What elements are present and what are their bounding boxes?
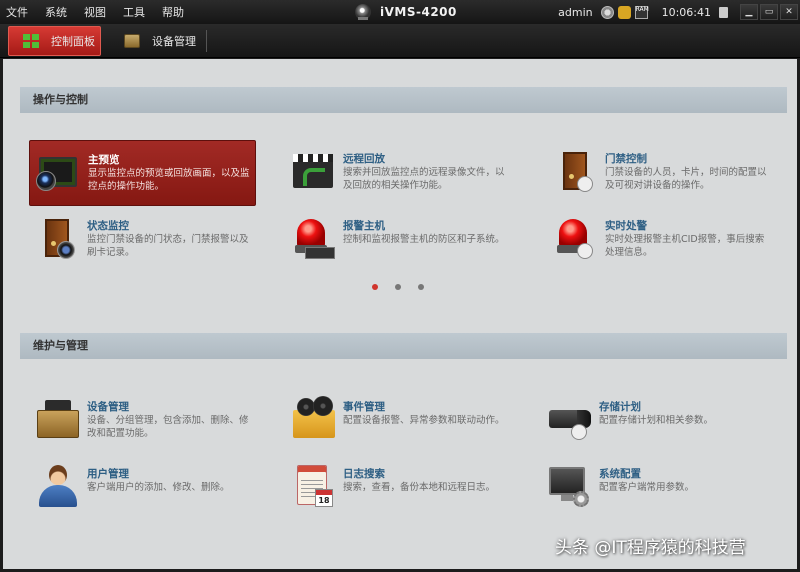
alarm-handling-icon xyxy=(553,215,599,261)
app-title: iVMS-4200 xyxy=(380,5,457,19)
page-dot-2[interactable] xyxy=(395,284,401,290)
network-globe-icon[interactable] xyxy=(600,5,614,19)
device-icon xyxy=(124,34,140,48)
storage-schedule-icon xyxy=(547,396,593,442)
module-desc: 实时处理报警主机CID报警，事后搜索处理信息。 xyxy=(605,234,765,258)
module-desc: 搜索，查看，备份本地和远程日志。 xyxy=(343,482,496,493)
module-status-monitor[interactable]: 状态监控 监控门禁设备的门状态，门禁报警以及刷卡记录。 xyxy=(29,207,256,273)
user-management-icon xyxy=(35,463,81,509)
current-user: admin xyxy=(558,5,593,19)
device-management-icon xyxy=(35,396,81,442)
page-indicator xyxy=(372,284,441,290)
module-title: 存储计划 xyxy=(599,401,641,413)
log-search-icon: 18 xyxy=(291,463,337,509)
app-brand: iVMS-4200 xyxy=(355,2,457,22)
tab-label: 控制面板 xyxy=(51,35,95,48)
module-desc: 门禁设备的人员，卡片，时间的配置以及可视对讲设备的操作。 xyxy=(605,167,767,191)
page-dot-3[interactable] xyxy=(418,284,424,290)
camera-logo-icon xyxy=(355,4,371,20)
module-title: 远程回放 xyxy=(343,153,385,165)
module-event-management[interactable]: 事件管理 配置设备报警、异常参数和联动动作。 xyxy=(285,388,512,454)
module-title: 实时处警 xyxy=(605,220,647,232)
menu-bar: 文件 系统 视图 工具 帮助 xyxy=(4,0,199,24)
module-storage-schedule[interactable]: 存储计划 配置存储计划和相关参数。 xyxy=(541,388,768,454)
module-title: 门禁控制 xyxy=(605,153,647,165)
status-area: admin RAM 10:06:41 ▁ ▭ ✕ xyxy=(558,0,800,24)
page-dot-1[interactable] xyxy=(372,284,378,290)
section-header-operation: 操作与控制 xyxy=(20,87,787,113)
control-panel: 操作与控制 主预览 显示监控点的预览或回放画面，以及监控点的操作功能。 远程回放… xyxy=(3,59,797,569)
module-desc: 搜索并回放监控点的远程录像文件，以及回放的相关操作功能。 xyxy=(343,167,505,191)
event-management-icon xyxy=(291,396,337,442)
tab-divider xyxy=(206,30,207,52)
system-config-icon xyxy=(547,463,593,509)
module-desc: 配置设备报警、异常参数和联动动作。 xyxy=(343,415,505,426)
module-title: 系统配置 xyxy=(599,468,641,480)
module-user-management[interactable]: 用户管理 客户端用户的添加、修改、删除。 xyxy=(29,455,256,521)
menu-view[interactable]: 视图 xyxy=(82,4,108,20)
module-access-control[interactable]: 门禁控制 门禁设备的人员，卡片，时间的配置以及可视对讲设备的操作。 xyxy=(547,140,774,206)
lock-icon[interactable] xyxy=(719,6,728,18)
menu-help[interactable]: 帮助 xyxy=(160,4,186,20)
module-title: 事件管理 xyxy=(343,401,385,413)
module-log-search[interactable]: 18 日志搜索 搜索，查看，备份本地和远程日志。 xyxy=(285,455,512,521)
menu-tools[interactable]: 工具 xyxy=(121,4,147,20)
module-remote-playback[interactable]: 远程回放 搜索并回放监控点的远程录像文件，以及回放的相关操作功能。 xyxy=(285,140,512,206)
module-device-management[interactable]: 设备管理 设备、分组管理，包含添加、删除、修改和配置功能。 xyxy=(29,388,256,454)
tab-control-panel[interactable]: 控制面板 xyxy=(8,26,101,56)
alarm-notification-icon[interactable] xyxy=(617,5,631,19)
module-title: 状态监控 xyxy=(87,220,129,232)
module-system-config[interactable]: 系统配置 配置客户端常用参数。 xyxy=(541,455,768,521)
alarm-host-icon xyxy=(291,215,337,261)
tab-label: 设备管理 xyxy=(152,35,196,48)
menu-system[interactable]: 系统 xyxy=(43,4,69,20)
module-desc: 配置存储计划和相关参数。 xyxy=(599,415,714,426)
module-desc: 客户端用户的添加、修改、删除。 xyxy=(87,482,230,493)
playback-icon xyxy=(291,148,337,194)
module-desc: 配置客户端常用参数。 xyxy=(599,482,695,493)
module-tab-bar: 控制面板 设备管理 xyxy=(0,24,800,58)
module-title: 日志搜索 xyxy=(343,468,385,480)
module-title: 设备管理 xyxy=(87,401,129,413)
module-title: 用户管理 xyxy=(87,468,129,480)
module-title: 主预览 xyxy=(88,154,120,166)
ram-usage-icon: RAM xyxy=(634,5,649,19)
menu-file[interactable]: 文件 xyxy=(4,4,30,20)
minimize-button[interactable]: ▁ xyxy=(740,4,758,20)
status-monitor-icon xyxy=(35,215,81,261)
module-live-view[interactable]: 主预览 显示监控点的预览或回放画面，以及监控点的操作功能。 xyxy=(29,140,256,206)
module-title: 报警主机 xyxy=(343,220,385,232)
calendar-icon: 18 xyxy=(315,489,333,507)
clock-time: 10:06:41 xyxy=(661,5,711,19)
module-alarm-host[interactable]: 报警主机 控制和监视报警主机的防区和子系统。 xyxy=(285,207,512,273)
tab-device-management[interactable]: 设备管理 xyxy=(110,26,206,56)
restore-button[interactable]: ▭ xyxy=(760,4,778,20)
panel-icon xyxy=(23,34,39,48)
module-desc: 设备、分组管理，包含添加、删除、修改和配置功能。 xyxy=(87,415,249,439)
watermark: 头条 @IT程序猿的科技营 xyxy=(555,538,746,558)
module-desc: 监控门禁设备的门状态，门禁报警以及刷卡记录。 xyxy=(87,234,249,258)
access-control-icon xyxy=(553,148,599,194)
live-view-icon xyxy=(36,149,82,195)
section-header-maintenance: 维护与管理 xyxy=(20,333,787,359)
title-bar: 文件 系统 视图 工具 帮助 iVMS-4200 admin RAM 10:06… xyxy=(0,0,800,24)
module-desc: 显示监控点的预览或回放画面，以及监控点的操作功能。 xyxy=(88,168,250,192)
module-desc: 控制和监视报警主机的防区和子系统。 xyxy=(343,234,505,245)
module-realtime-alarm-handling[interactable]: 实时处警 实时处理报警主机CID报警，事后搜索处理信息。 xyxy=(547,207,774,273)
close-button[interactable]: ✕ xyxy=(780,4,798,20)
